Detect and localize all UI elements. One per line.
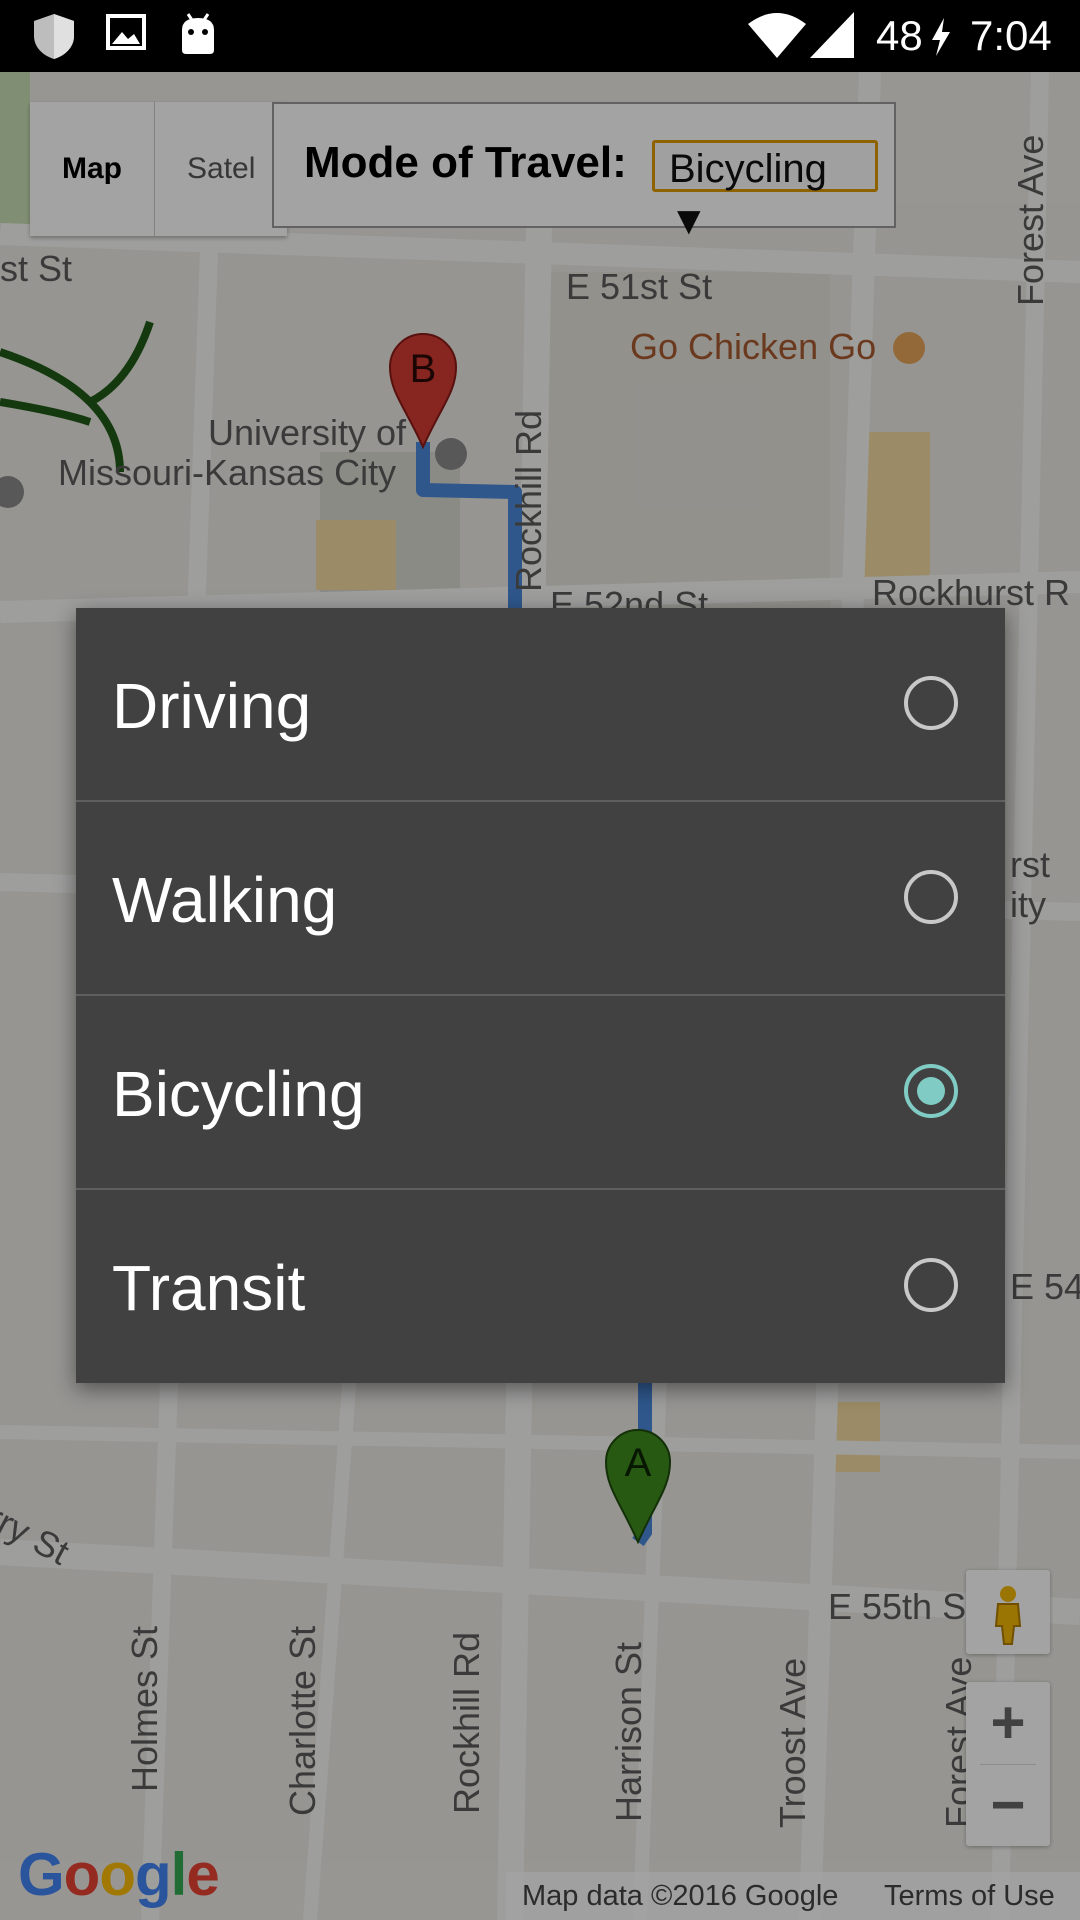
option-label: Bicycling	[112, 1058, 365, 1130]
status-bar: 48 7:04	[0, 0, 1080, 72]
option-label: Transit	[112, 1252, 306, 1324]
radio-button-checked-icon[interactable]	[904, 1064, 958, 1118]
radio-button-icon[interactable]	[904, 870, 958, 924]
clock: 7:04	[970, 12, 1052, 59]
option-label: Walking	[112, 864, 338, 936]
shield-icon	[30, 12, 78, 65]
signal-icon	[810, 12, 854, 63]
wifi-icon	[748, 12, 806, 63]
charging-icon	[930, 18, 952, 61]
radio-button-icon[interactable]	[904, 676, 958, 730]
option-transit[interactable]: Transit	[76, 1190, 1005, 1384]
option-bicycling[interactable]: Bicycling	[76, 996, 1005, 1190]
android-icon	[178, 12, 218, 61]
option-driving[interactable]: Driving	[76, 608, 1005, 802]
radio-button-icon[interactable]	[904, 1258, 958, 1312]
option-label: Driving	[112, 670, 312, 742]
travel-mode-dialog: Driving Walking Bicycling Transit	[76, 608, 1005, 1383]
option-walking[interactable]: Walking	[76, 802, 1005, 996]
image-icon	[106, 12, 146, 57]
battery-level: 48	[876, 12, 923, 59]
